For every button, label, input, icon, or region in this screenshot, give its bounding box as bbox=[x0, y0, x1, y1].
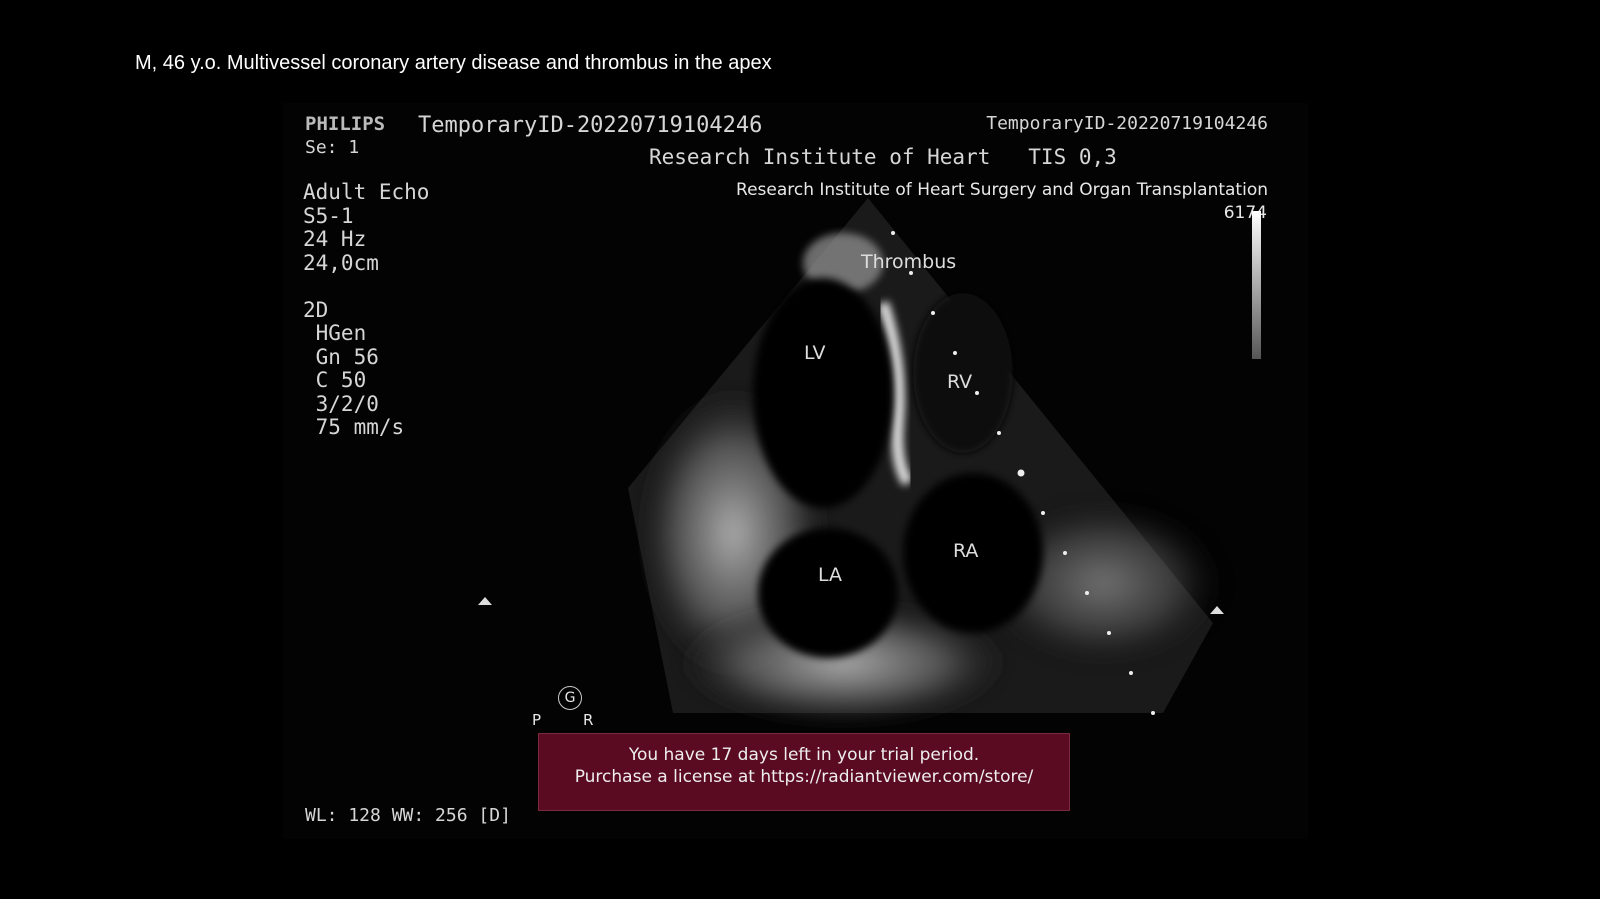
echo-image bbox=[628, 198, 1223, 723]
param-line bbox=[303, 275, 429, 299]
param-line: C 50 bbox=[303, 368, 367, 392]
left-marker-icon bbox=[478, 597, 492, 605]
label-la: LA bbox=[818, 564, 843, 586]
echo-viewer[interactable]: PHILIPS TemporaryID-20220719104246 Se: 1… bbox=[283, 103, 1308, 839]
param-line: 2D bbox=[303, 297, 329, 322]
label-ra: RA bbox=[953, 540, 979, 562]
trial-line-1: You have 17 days left in your trial peri… bbox=[628, 745, 980, 765]
grayscale-bar bbox=[1252, 211, 1261, 359]
param-line: Adult Echo bbox=[303, 180, 430, 204]
vendor-logo: PHILIPS bbox=[305, 113, 386, 135]
param-line: HGen bbox=[303, 321, 367, 345]
institute-full: Research Institute of Heart Surgery and … bbox=[736, 180, 1268, 200]
label-thrombus: Thrombus bbox=[861, 251, 957, 273]
orientation-marker: G P R bbox=[532, 686, 607, 731]
param-line: 24 Hz bbox=[303, 227, 367, 251]
window-level: WL: 128 WW: 256 [D] bbox=[305, 805, 511, 826]
trial-banner[interactable]: You have 17 days left in your trial peri… bbox=[538, 733, 1070, 811]
label-lv: LV bbox=[804, 342, 826, 364]
right-patient-id: TemporaryID-20220719104246 bbox=[986, 113, 1268, 134]
param-line: 75 mm/s bbox=[303, 415, 405, 439]
right-marker-icon bbox=[1210, 606, 1224, 614]
orientation-g-icon: G bbox=[558, 686, 582, 710]
trial-line-2[interactable]: Purchase a license at https://radiantvie… bbox=[575, 767, 1034, 787]
orientation-p: P bbox=[532, 711, 542, 729]
acquisition-params: Adult Echo S5-1 24 Hz 24,0cm 2D HGen Gn 56 … bbox=[303, 180, 430, 440]
lv-cavity bbox=[753, 278, 893, 508]
slide-caption: M, 46 y.o. Multivessel coronary artery d… bbox=[135, 52, 772, 74]
param-line: S5-1 bbox=[303, 203, 354, 228]
param-line: Gn 56 bbox=[303, 344, 379, 369]
param-line: 3/2/0 bbox=[303, 391, 379, 416]
patient-id: TemporaryID-20220719104246 bbox=[418, 113, 763, 138]
series-label: Se: 1 bbox=[305, 137, 360, 158]
param-line: 24,0cm bbox=[303, 250, 379, 275]
label-rv: RV bbox=[947, 371, 973, 393]
institute-short: Research Institute of Heart TIS 0,3 bbox=[649, 145, 1117, 169]
orientation-r: R bbox=[583, 711, 594, 729]
la-cavity bbox=[758, 528, 898, 658]
